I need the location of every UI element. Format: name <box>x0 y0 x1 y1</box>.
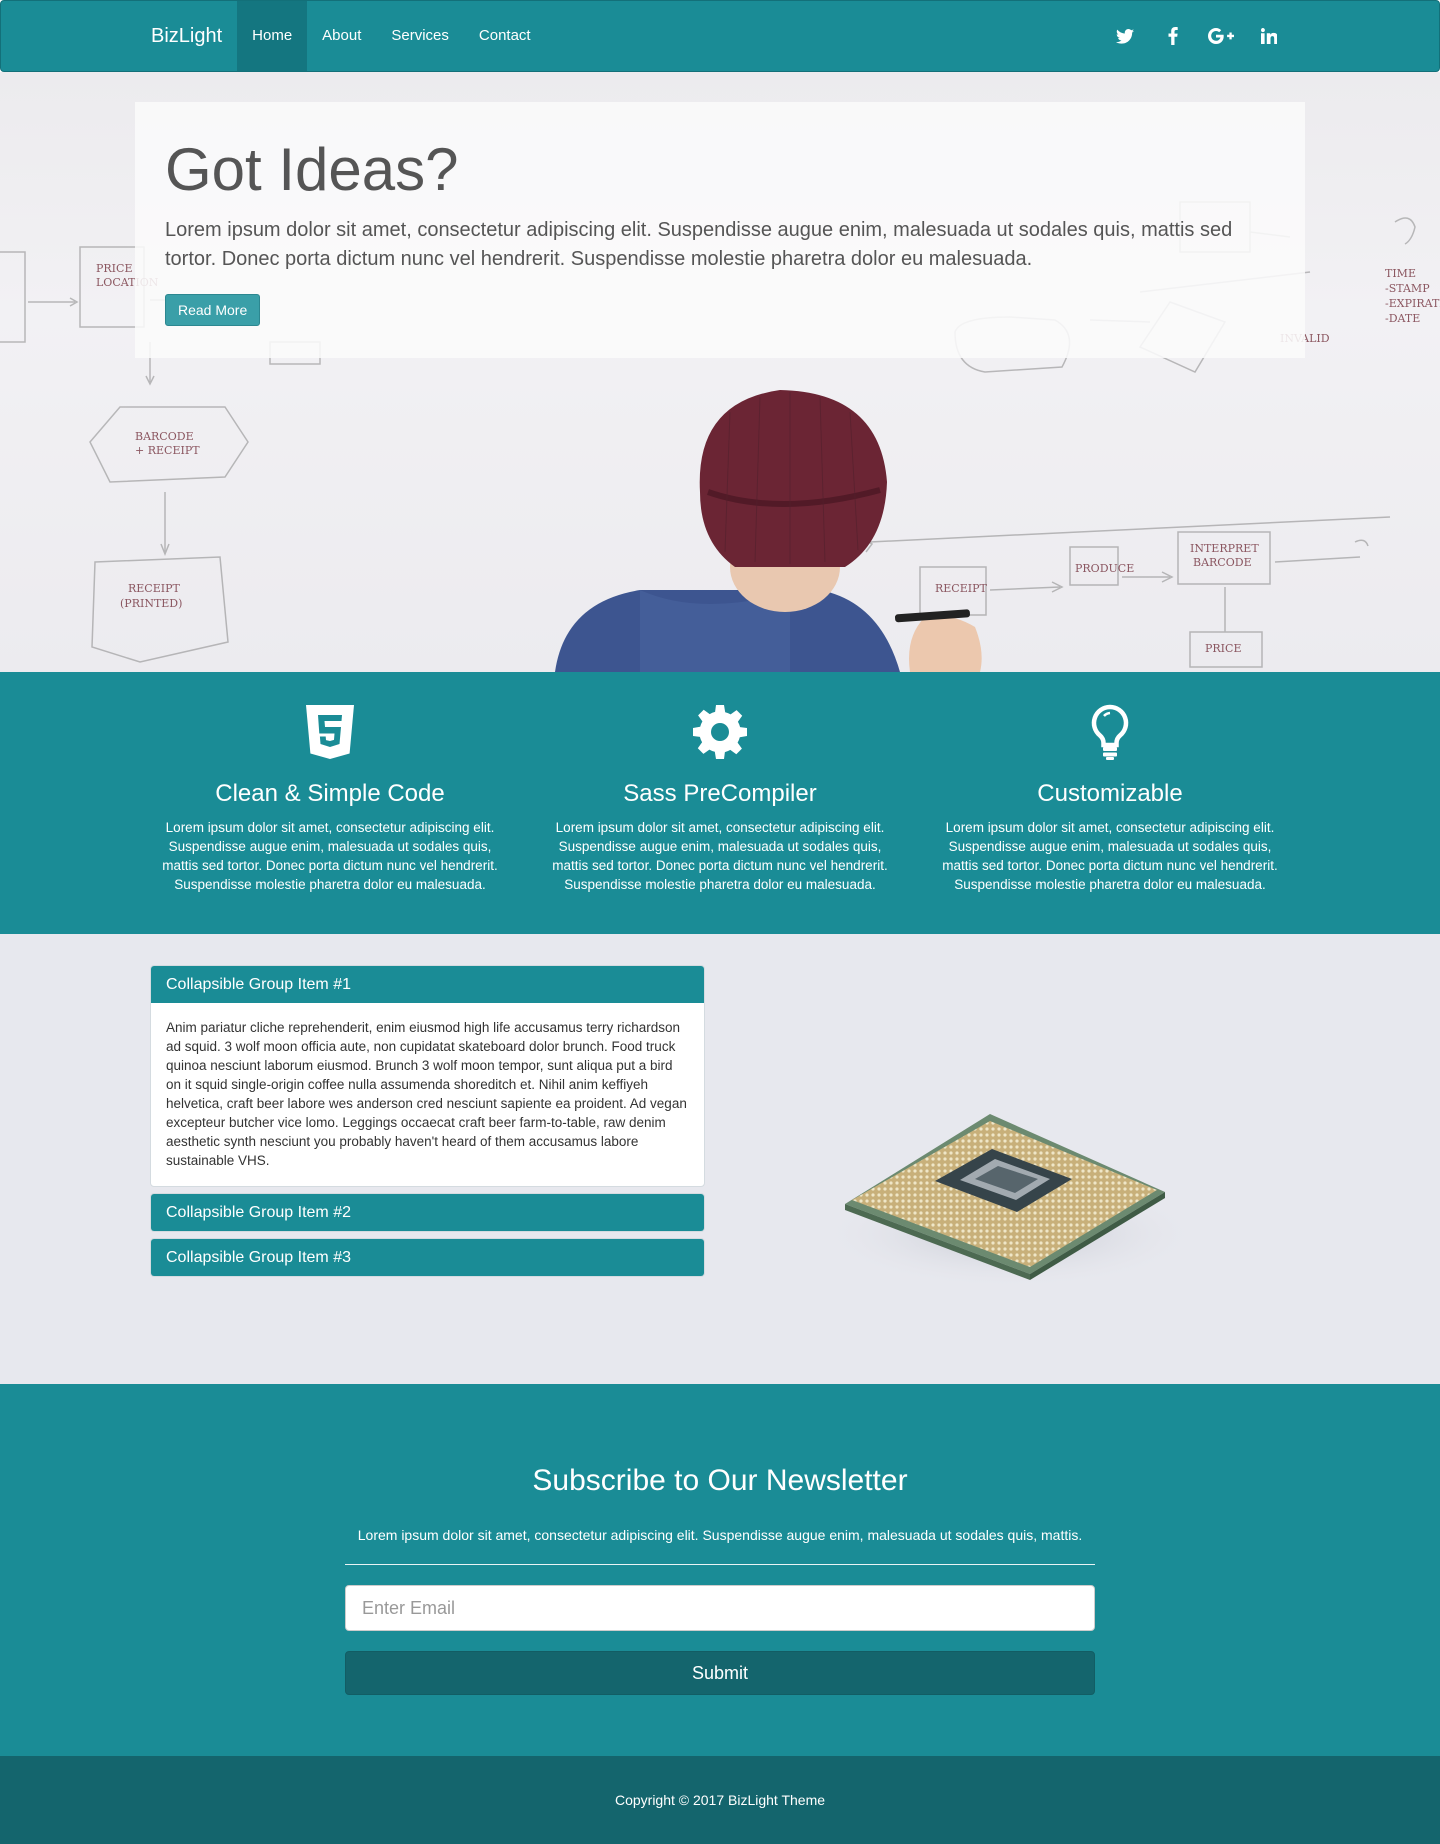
svg-text:RECEIPT: RECEIPT <box>935 582 988 595</box>
feature-text: Lorem ipsum dolor sit amet, consectetur … <box>942 820 1278 892</box>
hero-section: PRICE LOCATION BARCODE + RECEIPT RECEIPT (P… <box>0 72 1440 672</box>
hero-text: Lorem ipsum dolor sit amet, consectetur … <box>165 219 1233 270</box>
feature-title: Sass PreCompiler <box>623 780 817 807</box>
hero-jumbotron: Got Ideas? Lorem ipsum dolor sit amet, c… <box>135 102 1305 358</box>
svg-text:TIME: TIME <box>1385 267 1416 280</box>
newsletter-title: Subscribe to Our Newsletter <box>532 1464 908 1497</box>
navbar-inner: BizLight Home About Services Contact <box>136 1 546 71</box>
svg-text:INTERPRET: INTERPRET <box>1190 542 1259 555</box>
social-links <box>1110 1 1284 71</box>
newsletter-text: Lorem ipsum dolor sit amet, consectetur … <box>357 1527 1083 1543</box>
accordion-panel: Collapsible Group Item #2 <box>150 1193 705 1232</box>
brand-logo[interactable]: BizLight <box>136 1 237 71</box>
accordion: Collapsible Group Item #1 Anim pariatur … <box>150 965 705 1283</box>
feature-sass: Sass PreCompiler Lorem ipsum dolor sit a… <box>540 702 900 894</box>
feature-clean-code: Clean & Simple Code Lorem ipsum dolor si… <box>150 702 510 894</box>
feature-title: Customizable <box>1037 780 1183 807</box>
divider <box>345 1564 1095 1565</box>
newsletter-section: Subscribe to Our Newsletter Lorem ipsum … <box>0 1384 1440 1756</box>
svg-text:+ RECEIPT: + RECEIPT <box>135 444 200 457</box>
nav-link-home[interactable]: Home <box>237 1 308 71</box>
accordion-body-1: Anim pariatur cliche reprehenderit, enim… <box>166 1020 687 1168</box>
svg-text:PRODUCE: PRODUCE <box>1075 562 1134 575</box>
nav-link-about[interactable]: About <box>307 1 376 71</box>
footer: Copyright © 2017 BizLight Theme <box>0 1756 1440 1844</box>
submit-button[interactable]: Submit <box>345 1651 1095 1695</box>
hero-title: Got Ideas? <box>165 136 459 203</box>
nav-link-services[interactable]: Services <box>376 1 464 71</box>
person-illustration <box>555 390 982 672</box>
navbar: BizLight Home About Services Contact <box>0 0 1440 72</box>
accordion-panel: Collapsible Group Item #3 <box>150 1238 705 1277</box>
read-more-button[interactable]: Read More <box>165 294 261 326</box>
html5-icon <box>150 702 510 762</box>
svg-text:-STAMP: -STAMP <box>1385 282 1430 295</box>
svg-text:RECEIPT: RECEIPT <box>128 582 181 595</box>
nav-link-contact[interactable]: Contact <box>464 1 546 71</box>
gear-icon <box>540 702 900 762</box>
accordion-section: Collapsible Group Item #1 Anim pariatur … <box>0 934 1440 1384</box>
features-section: Clean & Simple Code Lorem ipsum dolor si… <box>0 672 1440 934</box>
feature-customizable: Customizable Lorem ipsum dolor sit amet,… <box>930 702 1290 894</box>
accordion-toggle-3[interactable]: Collapsible Group Item #3 <box>151 1239 704 1276</box>
google-plus-icon[interactable] <box>1206 21 1236 51</box>
svg-text:BARCODE: BARCODE <box>135 430 194 443</box>
feature-text: Lorem ipsum dolor sit amet, consectetur … <box>162 820 498 892</box>
lightbulb-icon <box>930 702 1290 762</box>
svg-text:-DATE: -DATE <box>1385 312 1420 325</box>
svg-text:BARCODE: BARCODE <box>1193 556 1252 569</box>
copyright-text: Copyright © 2017 BizLight Theme <box>614 1792 826 1808</box>
accordion-toggle-1[interactable]: Collapsible Group Item #1 <box>151 966 704 1003</box>
feature-title: Clean & Simple Code <box>215 780 445 807</box>
svg-text:PRICE: PRICE <box>96 262 132 275</box>
accordion-panel: Collapsible Group Item #1 Anim pariatur … <box>150 965 705 1187</box>
email-input[interactable] <box>345 1585 1095 1631</box>
svg-text:(PRINTED): (PRINTED) <box>120 597 182 610</box>
twitter-icon[interactable] <box>1110 21 1140 51</box>
feature-text: Lorem ipsum dolor sit amet, consectetur … <box>552 820 888 892</box>
svg-text:PRICE: PRICE <box>1205 642 1241 655</box>
facebook-icon[interactable] <box>1158 21 1188 51</box>
linkedin-icon[interactable] <box>1254 21 1284 51</box>
cpu-chip-image <box>720 934 1440 1384</box>
svg-text:-EXPIRATION: -EXPIRATION <box>1385 297 1440 310</box>
accordion-toggle-2[interactable]: Collapsible Group Item #2 <box>151 1194 704 1231</box>
